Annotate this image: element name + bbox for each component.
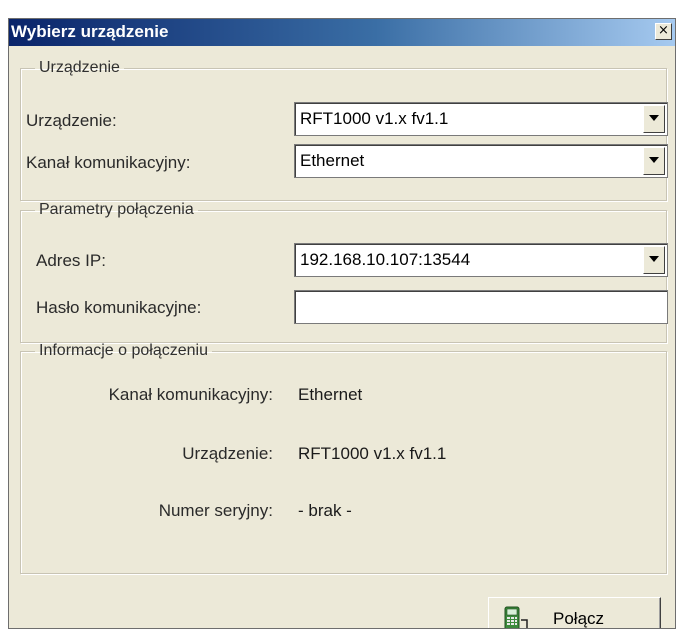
connect-button[interactable]: Połącz (488, 597, 661, 628)
chevron-down-icon[interactable] (643, 147, 665, 175)
device-group-legend: Urządzenie (39, 59, 120, 76)
info-device-label: Urządzenie: (182, 444, 273, 463)
info-channel-label: Kanał komunikacyjny: (108, 385, 273, 404)
info-device-value: RFT1000 v1.x fv1.1 (298, 444, 447, 463)
info-serial-value: - brak - (298, 501, 352, 520)
channel-label: Kanał komunikacyjny: (26, 153, 191, 172)
device-label: Urządzenie: (26, 111, 117, 130)
select-device-dialog: Wybierz urządzenie × Urządzenie Urządzen… (8, 18, 676, 629)
info-channel-value: Ethernet (298, 385, 363, 404)
connection-params-legend: Parametry połączenia (39, 201, 194, 218)
title-bar[interactable]: Wybierz urządzenie × (9, 19, 675, 46)
connection-info-legend: Informacje o połączeniu (39, 342, 208, 359)
password-field[interactable] (294, 290, 668, 324)
close-button[interactable]: × (655, 23, 672, 40)
device-connect-icon (504, 606, 528, 628)
device-select-value: RFT1000 v1.x fv1.1 (300, 109, 449, 128)
chevron-down-icon[interactable] (643, 246, 665, 274)
channel-select-value: Ethernet (300, 151, 365, 170)
ip-address-value: 192.168.10.107:13544 (300, 250, 471, 269)
info-serial-label: Numer seryjny: (158, 501, 273, 520)
device-select[interactable]: RFT1000 v1.x fv1.1 (294, 102, 668, 136)
chevron-down-icon[interactable] (643, 105, 665, 133)
password-label: Hasło komunikacyjne: (36, 298, 202, 317)
ip-address-select[interactable]: 192.168.10.107:13544 (294, 243, 668, 277)
close-icon: × (658, 23, 669, 38)
connect-button-label: Połącz (553, 609, 605, 628)
ip-address-label: Adres IP: (36, 251, 106, 270)
channel-select[interactable]: Ethernet (294, 144, 668, 178)
window-title: Wybierz urządzenie (11, 22, 169, 41)
